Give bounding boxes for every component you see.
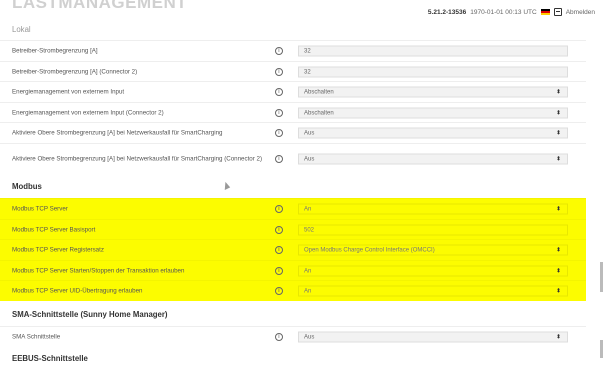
section-title-eebus: EEBUS-Schnittstelle bbox=[12, 354, 88, 363]
mouse-cursor-icon bbox=[221, 181, 231, 190]
setting-label: Modbus TCP Server UID-Übertragung erlaub… bbox=[12, 287, 143, 295]
modbus-uid-transfer-select[interactable]: An ⬍ bbox=[298, 285, 568, 297]
setting-row: Modbus TCP Server Registersatz i Open Mo… bbox=[0, 239, 586, 260]
setting-row: Betreiber-Strombegrenzung [A] i 32 bbox=[0, 40, 586, 61]
section-title-modbus: Modbus bbox=[12, 182, 42, 191]
system-datetime: 1970-01-01 00:13 UTC bbox=[470, 8, 537, 16]
info-icon[interactable]: i bbox=[275, 88, 283, 96]
select-value: Aus bbox=[304, 156, 315, 163]
info-icon[interactable]: i bbox=[275, 47, 283, 55]
setting-label: Aktiviere Obere Strombegrenzung [A] bei … bbox=[12, 155, 263, 163]
info-icon[interactable]: i bbox=[275, 129, 283, 137]
sma-interface-select[interactable]: Aus ⬍ bbox=[298, 331, 568, 343]
info-icon[interactable]: i bbox=[275, 226, 283, 234]
setting-row: Energiemanagement von externem Input (Co… bbox=[0, 102, 586, 123]
select-caret-icon: ⬍ bbox=[555, 288, 561, 295]
setting-row: Betreiber-Strombegrenzung [A] (Connector… bbox=[0, 61, 586, 82]
info-icon[interactable]: i bbox=[275, 287, 283, 295]
select-value: Aus bbox=[304, 130, 315, 137]
select-caret-icon: ⬍ bbox=[555, 110, 561, 117]
select-value: An bbox=[304, 288, 312, 295]
operator-current-limit-connector2-input[interactable]: 32 bbox=[298, 66, 568, 78]
setting-label: Modbus TCP Server Starten/Stoppen der Tr… bbox=[12, 267, 185, 275]
info-icon[interactable]: i bbox=[275, 267, 283, 275]
select-caret-icon: ⬍ bbox=[555, 206, 561, 213]
info-icon[interactable]: i bbox=[275, 246, 283, 254]
logout-icon[interactable] bbox=[553, 8, 562, 16]
select-value: Abschalten bbox=[304, 89, 334, 96]
info-icon[interactable]: i bbox=[275, 109, 283, 117]
setting-label: Modbus TCP Server Basisport bbox=[12, 226, 96, 234]
select-value: An bbox=[304, 206, 312, 213]
page-title: LASTMANAGEMENT bbox=[12, 0, 188, 12]
info-icon[interactable]: i bbox=[275, 68, 283, 76]
modbus-tcp-server-select[interactable]: An ⬍ bbox=[298, 203, 568, 215]
german-flag-icon[interactable] bbox=[540, 9, 550, 15]
logout-link[interactable]: Abmelden bbox=[566, 9, 595, 16]
setting-label: Betreiber-Strombegrenzung [A] bbox=[12, 47, 98, 55]
operator-current-limit-input[interactable]: 32 bbox=[298, 45, 568, 57]
modbus-base-port-input[interactable]: 502 bbox=[298, 224, 568, 236]
external-energy-management-connector2-select[interactable]: Abschalten ⬍ bbox=[298, 107, 568, 119]
modbus-register-set-select[interactable]: Open Modbus Charge Control Interface (OM… bbox=[298, 244, 568, 256]
upper-current-limit-network-failure-select[interactable]: Aus ⬍ bbox=[298, 127, 568, 139]
setting-label: Modbus TCP Server Registersatz bbox=[12, 246, 104, 254]
info-icon[interactable]: i bbox=[275, 333, 283, 341]
setting-row: Modbus TCP Server UID-Übertragung erlaub… bbox=[0, 280, 586, 301]
setting-row: Aktiviere Obere Strombegrenzung [A] bei … bbox=[0, 143, 586, 174]
select-caret-icon: ⬍ bbox=[555, 268, 561, 275]
upper-current-limit-network-failure-connector2-select[interactable]: Aus ⬍ bbox=[298, 153, 568, 165]
select-value: Aus bbox=[304, 334, 315, 341]
setting-row: Modbus TCP Server Starten/Stoppen der Tr… bbox=[0, 260, 586, 281]
setting-row: SMA Schnittstelle i Aus ⬍ bbox=[0, 326, 586, 347]
setting-row: Aktiviere Obere Strombegrenzung [A] bei … bbox=[0, 122, 586, 143]
firmware-version: 5.21.2-13536 bbox=[427, 8, 467, 16]
setting-label: SMA Schnittstelle bbox=[12, 333, 61, 341]
setting-label: Modbus TCP Server bbox=[12, 205, 68, 213]
select-value: An bbox=[304, 268, 312, 275]
select-caret-icon: ⬍ bbox=[555, 89, 561, 96]
external-energy-management-select[interactable]: Abschalten ⬍ bbox=[298, 86, 568, 98]
section-title-sma: SMA-Schnittstelle (Sunny Home Manager) bbox=[12, 310, 168, 319]
section-title-lokal: Lokal bbox=[12, 25, 31, 34]
info-icon[interactable]: i bbox=[275, 205, 283, 213]
select-caret-icon: ⬍ bbox=[555, 334, 561, 341]
select-value: Abschalten bbox=[304, 110, 334, 117]
top-bar: 5.21.2-13536 1970-01-01 00:13 UTC Abmeld… bbox=[428, 8, 595, 16]
setting-label: Energiemanagement von externem Input (Co… bbox=[12, 109, 164, 117]
info-icon[interactable]: i bbox=[275, 155, 283, 163]
select-value: Open Modbus Charge Control Interface (OM… bbox=[304, 247, 435, 254]
select-caret-icon: ⬍ bbox=[555, 247, 561, 254]
select-caret-icon: ⬍ bbox=[555, 156, 561, 163]
select-caret-icon: ⬍ bbox=[555, 130, 561, 137]
setting-label: Aktiviere Obere Strombegrenzung [A] bei … bbox=[12, 129, 223, 137]
modbus-start-stop-transaction-select[interactable]: An ⬍ bbox=[298, 265, 568, 277]
setting-row: Modbus TCP Server Basisport i 502 bbox=[0, 219, 586, 240]
setting-label: Betreiber-Strombegrenzung [A] (Connector… bbox=[12, 68, 138, 76]
setting-row: Modbus TCP Server i An ⬍ bbox=[0, 198, 586, 219]
setting-row: Energiemanagement von externem Input i A… bbox=[0, 81, 586, 102]
setting-label: Energiemanagement von externem Input bbox=[12, 88, 125, 96]
